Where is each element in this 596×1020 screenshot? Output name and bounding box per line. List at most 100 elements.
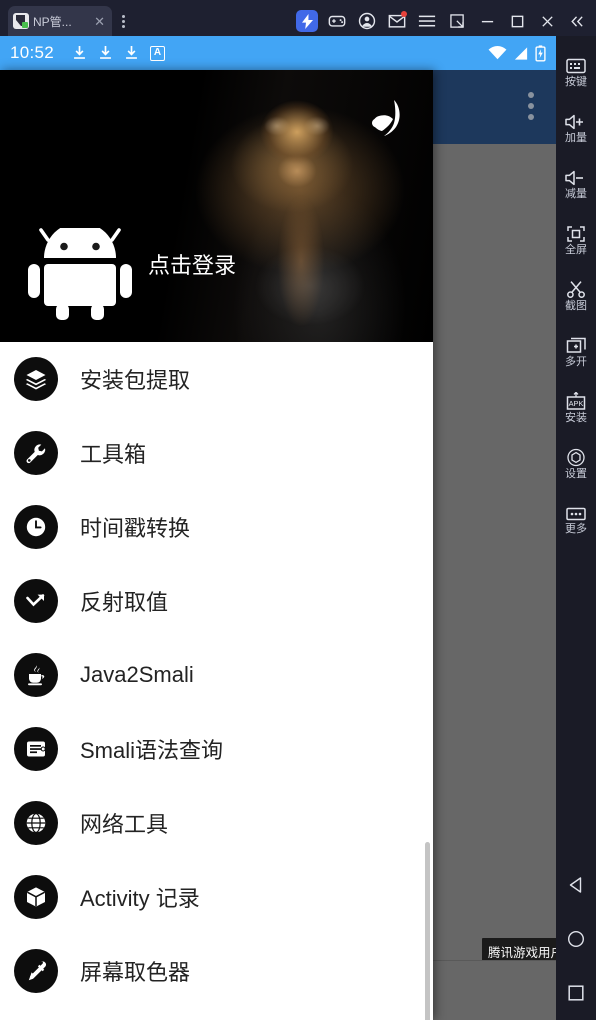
document-list-icon <box>14 727 58 771</box>
android-robot-icon <box>28 222 132 325</box>
close-icon <box>541 15 553 27</box>
sidebar-item-volume-down[interactable]: 减量 <box>556 156 596 212</box>
restore-down-icon <box>449 13 464 28</box>
sidebar-item-label: 设置 <box>565 468 587 480</box>
gamepad-icon <box>328 15 346 27</box>
java-cup-icon <box>14 653 58 697</box>
mail-button[interactable] <box>382 7 412 35</box>
menu-item-label: 工具箱 <box>80 442 147 467</box>
menu-item-label: Smali语法查询 <box>80 738 224 763</box>
sidebar-item-settings[interactable]: 设置 <box>556 436 596 492</box>
status-clock: 10:52 <box>10 43 55 62</box>
tab-np-manager[interactable]: NP管... ✕ <box>8 6 112 36</box>
gamepad-button[interactable] <box>322 7 352 35</box>
menu-item-smali-syntax[interactable]: Smali语法查询 <box>0 712 433 786</box>
settings-icon <box>567 448 585 467</box>
menu-item-timestamp-convert[interactable]: 时间戳转换 <box>0 490 433 564</box>
emulator-window: NP管... ✕ 10:52 A 腾讯游戏用 点击登录 安装包提取 工具箱 时间… <box>0 0 596 1020</box>
menu-item-toolbox[interactable]: 工具箱 <box>0 416 433 490</box>
close-button[interactable] <box>532 7 562 35</box>
maximize-button[interactable] <box>502 7 532 35</box>
keyboard-icon <box>566 58 586 73</box>
menu-item-reflection-value[interactable]: 反射取值 <box>0 564 433 638</box>
drawer-header[interactable]: 点击登录 ©2019 吹牛儿. All rights reserved. <box>0 70 433 342</box>
sidebar-item-label: 多开 <box>565 355 587 368</box>
maximize-icon <box>511 15 523 27</box>
triangle-back-icon <box>569 877 582 893</box>
sidebar-item-label: 全屏 <box>565 243 587 256</box>
square-recents-icon <box>568 985 584 1001</box>
battery-charging-icon <box>535 44 546 62</box>
sidebar-item-fullscreen[interactable]: 全屏 <box>556 212 596 268</box>
sidebar-item-label: 减量 <box>565 187 587 200</box>
menu-item-activity-log[interactable]: Activity 记录 <box>0 860 433 934</box>
menu-item-java2smali[interactable]: Java2Smali <box>0 638 433 712</box>
emulator-sidebar: 按键 加量 减量 全屏 截图 多开 APK 安装 设置 更多 <box>556 36 596 1020</box>
sidebar-item-multi-instance[interactable]: 多开 <box>556 324 596 380</box>
sidebar-item-label: 截图 <box>565 300 587 312</box>
account-icon <box>358 12 376 30</box>
boost-icon <box>296 10 318 32</box>
status-system-icons <box>488 44 546 62</box>
crescent-moon-logo <box>363 97 403 144</box>
drawer-scrollbar-thumb[interactable] <box>425 842 430 1020</box>
collapse-button[interactable] <box>562 7 592 35</box>
titlebar-actions <box>292 6 596 36</box>
arrow-reflect-icon <box>14 579 58 623</box>
download-icon <box>126 45 137 59</box>
dot <box>121 14 125 18</box>
restore-down-button[interactable] <box>442 7 472 35</box>
recents-button[interactable] <box>565 982 587 1004</box>
menu-item-label: Java2Smali <box>80 662 194 687</box>
menu-item-apk-extract[interactable]: 安装包提取 <box>0 342 433 416</box>
multi-instance-icon <box>566 337 586 353</box>
cube-icon <box>14 875 58 919</box>
menu-button[interactable] <box>412 7 442 35</box>
sidebar-item-screenshot[interactable]: 截图 <box>556 268 596 324</box>
tab-label: NP管... <box>33 14 72 29</box>
globe-icon <box>14 801 58 845</box>
dot <box>121 19 125 23</box>
sidebar-item-more[interactable]: 更多 <box>556 492 596 548</box>
sidebar-item-label: 加量 <box>565 131 587 144</box>
sidebar-item-volume-up[interactable]: 加量 <box>556 100 596 156</box>
drawer-menu-list: 安装包提取 工具箱 时间戳转换 反射取值 Java2Smali Smali语法查… <box>0 342 433 1020</box>
login-prompt[interactable]: 点击登录 <box>148 248 236 280</box>
account-button[interactable] <box>352 7 382 35</box>
sidebar-item-keyboard[interactable]: 按键 <box>556 44 596 100</box>
more-icon <box>566 507 586 520</box>
volume-up-icon <box>565 114 583 129</box>
menu-item-label: 反射取值 <box>80 590 169 615</box>
tab-overflow-menu-icon[interactable] <box>112 6 134 36</box>
menu-item-label: 网络工具 <box>80 812 169 837</box>
volume-down-icon <box>565 170 583 185</box>
scissors-icon <box>567 281 585 298</box>
sidebar-item-label: 按键 <box>565 75 587 88</box>
np-manager-favicon <box>13 13 29 29</box>
menu-item-screen-color-picker[interactable]: 屏幕取色器 <box>0 934 433 1008</box>
wrench-icon <box>14 431 58 475</box>
menu-item-label: 屏幕取色器 <box>80 960 191 985</box>
layers-icon <box>14 357 58 401</box>
sidebar-item-install-apk[interactable]: APK 安装 <box>556 380 596 436</box>
home-button[interactable] <box>565 928 587 950</box>
minimize-icon <box>481 20 493 22</box>
apk-install-icon: APK <box>566 392 586 410</box>
eyedropper-icon <box>14 949 58 993</box>
boost-button[interactable] <box>292 7 322 35</box>
svg-text:APK: APK <box>569 399 584 408</box>
menu-item-network-tools[interactable]: 网络工具 <box>0 786 433 860</box>
dot <box>121 24 125 28</box>
android-status-bar: 10:52 A <box>0 36 556 70</box>
menu-item-label: Activity 记录 <box>80 886 200 911</box>
collapse-icon <box>571 15 583 27</box>
android-nav-buttons <box>556 874 596 1020</box>
sidebar-item-label: 安装 <box>565 412 587 424</box>
android-screen: 10:52 A ions 写 <box>0 36 556 1020</box>
minimize-button[interactable] <box>472 7 502 35</box>
tab-close-icon[interactable]: ✕ <box>92 15 107 28</box>
drawer-scrim[interactable] <box>433 70 556 1020</box>
download-icon <box>100 45 111 59</box>
back-button[interactable] <box>565 874 587 896</box>
input-method-icon: A <box>150 45 166 61</box>
